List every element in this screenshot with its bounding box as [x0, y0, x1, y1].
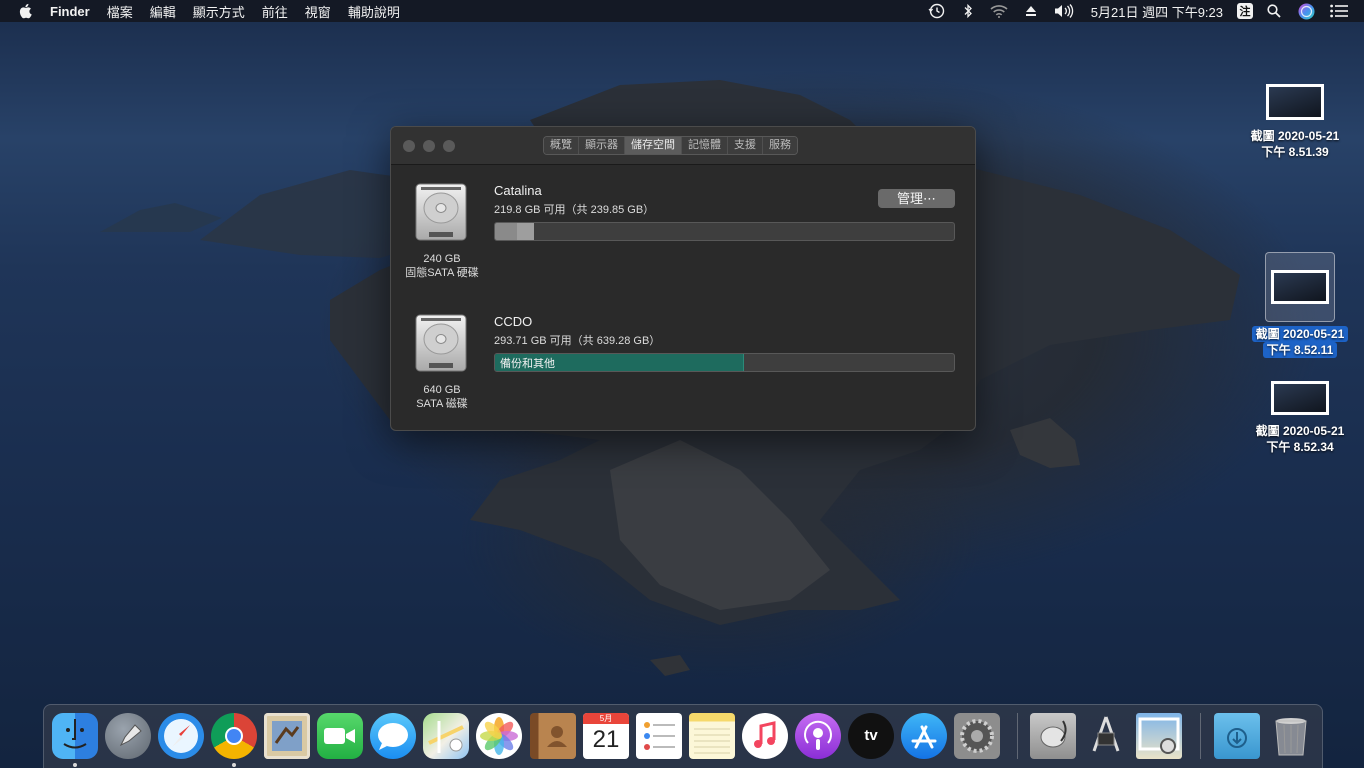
file-name-line1: 截圖 2020-05-21 — [1255, 424, 1345, 438]
window-titlebar[interactable]: 概覽 顯示器 儲存空間 記憶體 支援 服務 — [391, 127, 975, 165]
apple-tv-icon[interactable]: tv — [848, 713, 894, 759]
drive-ccdo: 640 GB SATA 磁碟 CCDO 293.71 GB 可用（共 639.2… — [391, 313, 975, 430]
downloads-folder-icon[interactable] — [1214, 713, 1260, 759]
hard-drive-icon — [415, 183, 467, 241]
system-preferences-icon[interactable] — [954, 713, 1000, 759]
launchpad-icon[interactable] — [105, 713, 151, 759]
system-information-icon[interactable] — [1083, 713, 1129, 759]
tab-displays[interactable]: 顯示器 — [579, 137, 625, 154]
tab-memory[interactable]: 記憶體 — [682, 137, 728, 154]
messages-icon[interactable] — [370, 713, 416, 759]
photos-icon[interactable] — [476, 713, 522, 759]
facetime-icon[interactable] — [317, 713, 363, 759]
dock-separator — [1200, 713, 1201, 759]
storage-backup-segment[interactable]: 備份和其他 — [495, 354, 744, 371]
calendar-day: 21 — [592, 726, 620, 753]
safari-icon[interactable] — [158, 713, 204, 759]
file-name-line1: 截圖 2020-05-21 — [1250, 129, 1340, 143]
hard-drive-icon — [415, 314, 467, 372]
tab-bar: 概覽 顯示器 儲存空間 記憶體 支援 服務 — [543, 136, 798, 155]
contacts-icon[interactable] — [530, 713, 576, 759]
screenshot-thumbnail — [1266, 84, 1324, 120]
dock: 5月 21 tv — [43, 704, 1323, 768]
file-name-line1: 截圖 2020-05-21 — [1251, 326, 1349, 342]
mail-icon[interactable] — [264, 713, 310, 759]
about-this-mac-window: 概覽 顯示器 儲存空間 記憶體 支援 服務 240 GB 固態SATA 硬碟 C… — [390, 126, 976, 431]
notes-icon[interactable] — [689, 713, 735, 759]
file-name-line2: 下午 8.52.11 — [1262, 342, 1338, 358]
zoom-window-button[interactable] — [443, 140, 455, 152]
drive-free-space: 219.8 GB 可用（共 239.85 GB） — [494, 204, 655, 216]
selection-highlight — [1265, 252, 1335, 322]
desktop-screenshot-file[interactable]: 截圖 2020-05-21 下午 8.51.39 — [1225, 84, 1364, 160]
screenshot-thumbnail — [1271, 270, 1329, 304]
preview-icon[interactable] — [1136, 713, 1182, 759]
finder-icon[interactable] — [52, 713, 98, 759]
minimize-window-button[interactable] — [423, 140, 435, 152]
dock-separator — [1017, 713, 1018, 759]
tab-overview[interactable]: 概覽 — [544, 137, 579, 154]
close-window-button[interactable] — [403, 140, 415, 152]
file-name-line2: 下午 8.52.34 — [1266, 440, 1334, 454]
desktop-screenshot-file-selected[interactable]: 截圖 2020-05-21 下午 8.52.11 — [1230, 252, 1364, 358]
drive-capacity: 640 GB — [423, 384, 461, 396]
file-name-line2: 下午 8.51.39 — [1261, 145, 1329, 159]
storage-bar: 備份和其他 — [494, 353, 955, 372]
reminders-icon[interactable] — [636, 713, 682, 759]
drive-free-space: 293.71 GB 可用（共 639.28 GB） — [494, 335, 661, 347]
drive-name: Catalina — [494, 183, 542, 198]
drive-type: SATA 磁碟 — [416, 398, 468, 410]
app-store-icon[interactable] — [901, 713, 947, 759]
calendar-month: 5月 — [583, 713, 629, 724]
desktop-screenshot-file[interactable]: 截圖 2020-05-21 下午 8.52.34 — [1230, 381, 1364, 455]
trash-icon[interactable] — [1268, 713, 1314, 759]
drive-type: 固態SATA 硬碟 — [405, 267, 479, 279]
disk-utility-icon[interactable] — [1030, 713, 1076, 759]
music-icon[interactable] — [742, 713, 788, 759]
screenshot-thumbnail — [1271, 381, 1329, 415]
storage-used-segment[interactable] — [495, 223, 534, 240]
tv-label: tv — [864, 727, 878, 744]
running-indicator — [232, 763, 236, 767]
storage-bar — [494, 222, 955, 241]
maps-icon[interactable] — [423, 713, 469, 759]
chrome-icon[interactable] — [211, 713, 257, 759]
podcasts-icon[interactable] — [795, 713, 841, 759]
running-indicator — [73, 763, 77, 767]
calendar-icon[interactable]: 5月 21 — [583, 713, 629, 759]
drive-capacity: 240 GB — [423, 253, 461, 265]
storage-segment-label: 備份和其他 — [500, 358, 555, 370]
tab-support[interactable]: 支援 — [728, 137, 763, 154]
tab-storage[interactable]: 儲存空間 — [625, 137, 682, 154]
manage-button[interactable]: 管理⋯ — [878, 189, 955, 208]
drive-name: CCDO — [494, 314, 533, 329]
tab-service[interactable]: 服務 — [763, 137, 797, 154]
